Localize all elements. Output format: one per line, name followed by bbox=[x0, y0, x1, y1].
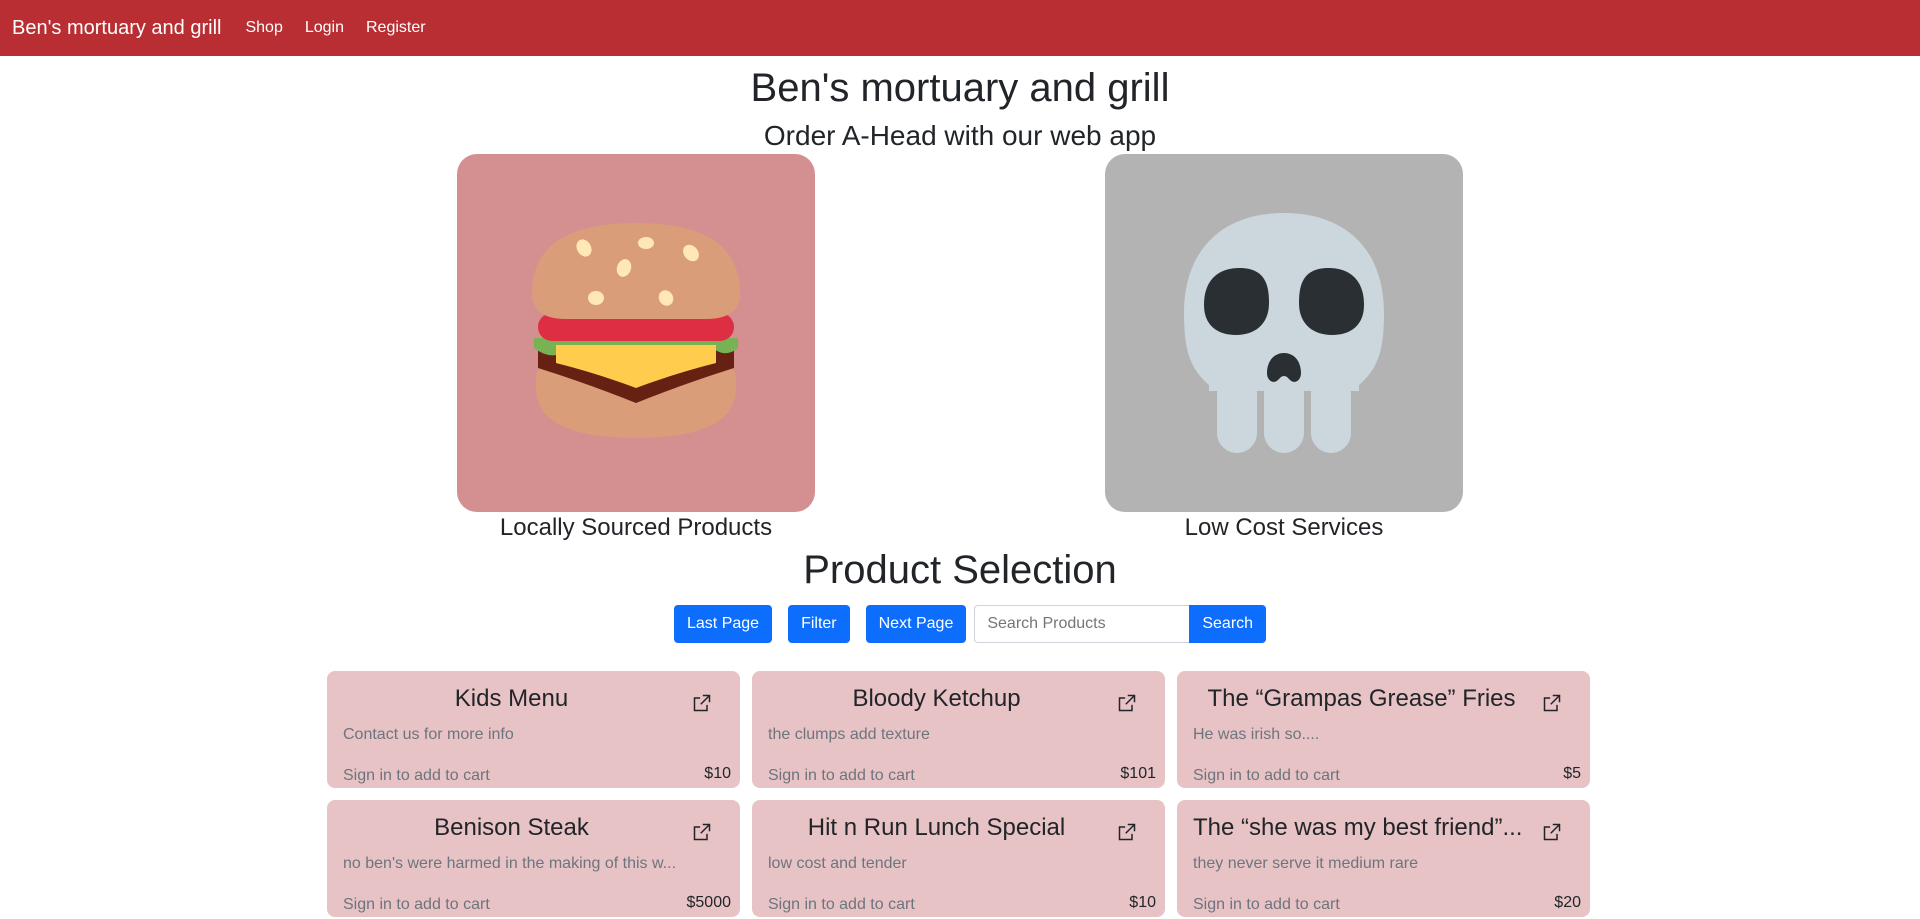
product-price: $5 bbox=[1563, 765, 1581, 782]
product-description: no ben's were harmed in the making of th… bbox=[343, 855, 677, 872]
product-controls: Last Page Filter Next Page Search bbox=[674, 605, 1267, 643]
next-page-button[interactable]: Next Page bbox=[865, 605, 967, 643]
product-name: Benison Steak bbox=[434, 814, 589, 841]
product-description: He was irish so.... bbox=[1193, 726, 1320, 743]
product-grid: Kids Menu Contact us for more info Sign … bbox=[327, 671, 1590, 917]
filter-button[interactable]: Filter bbox=[788, 605, 850, 643]
sign-in-prompt[interactable]: Sign in to add to cart bbox=[768, 767, 915, 785]
product-description: the clumps add texture bbox=[768, 726, 930, 743]
product-card[interactable]: Kids Menu Contact us for more info Sign … bbox=[327, 671, 740, 788]
page-subtitle: Order A-Head with our web app bbox=[763, 120, 1157, 151]
sign-in-prompt[interactable]: Sign in to add to cart bbox=[343, 767, 490, 785]
feature-low-cost: Low Cost Services bbox=[1105, 154, 1463, 542]
product-card[interactable]: The “Grampas Grease” Fries He was irish … bbox=[1177, 671, 1590, 788]
external-link-icon[interactable] bbox=[1117, 822, 1137, 842]
product-card[interactable]: Hit n Run Lunch Special low cost and ten… bbox=[752, 800, 1165, 917]
product-selection-title: Product Selection bbox=[803, 548, 1117, 592]
nav-link-login[interactable]: Login bbox=[305, 19, 344, 37]
search-group: Search bbox=[974, 605, 1267, 643]
feature-caption: Locally Sourced Products bbox=[499, 514, 773, 541]
navbar-brand[interactable]: Ben's mortuary and grill bbox=[12, 17, 221, 40]
product-name: Hit n Run Lunch Special bbox=[807, 814, 1066, 841]
search-button[interactable]: Search bbox=[1189, 605, 1267, 643]
product-card[interactable]: Bloody Ketchup the clumps add texture Si… bbox=[752, 671, 1165, 788]
sign-in-prompt[interactable]: Sign in to add to cart bbox=[768, 896, 915, 914]
feature-tile bbox=[1105, 154, 1463, 512]
product-name: The “she was my best friend”... bbox=[1193, 814, 1523, 841]
product-card[interactable]: The “she was my best friend”... they nev… bbox=[1177, 800, 1590, 917]
product-name: Bloody Ketchup bbox=[852, 685, 1021, 712]
external-link-icon[interactable] bbox=[692, 822, 712, 842]
feature-tile bbox=[457, 154, 815, 512]
feature-locally-sourced: Locally Sourced Products bbox=[457, 154, 815, 542]
product-description: low cost and tender bbox=[768, 855, 907, 872]
product-description: they never serve it medium rare bbox=[1193, 855, 1418, 872]
product-name: Kids Menu bbox=[454, 685, 569, 712]
product-name: The “Grampas Grease” Fries bbox=[1207, 685, 1516, 712]
product-description: Contact us for more info bbox=[343, 726, 514, 743]
product-price: $5000 bbox=[686, 894, 732, 911]
feature-caption: Low Cost Services bbox=[1184, 514, 1384, 541]
product-price: $10 bbox=[1129, 894, 1156, 911]
nav-link-shop[interactable]: Shop bbox=[245, 19, 282, 37]
product-price: $20 bbox=[1554, 894, 1581, 911]
search-input[interactable] bbox=[974, 605, 1190, 643]
nav-link-register[interactable]: Register bbox=[366, 19, 426, 37]
external-link-icon[interactable] bbox=[1117, 693, 1137, 713]
external-link-icon[interactable] bbox=[1542, 693, 1562, 713]
external-link-icon[interactable] bbox=[692, 693, 712, 713]
product-price: $10 bbox=[704, 765, 731, 782]
sign-in-prompt[interactable]: Sign in to add to cart bbox=[1193, 896, 1340, 914]
product-card[interactable]: Benison Steak no ben's were harmed in th… bbox=[327, 800, 740, 917]
last-page-button[interactable]: Last Page bbox=[674, 605, 773, 643]
external-link-icon[interactable] bbox=[1542, 822, 1562, 842]
sign-in-prompt[interactable]: Sign in to add to cart bbox=[343, 896, 490, 914]
top-navbar: Ben's mortuary and grill Shop Login Regi… bbox=[0, 0, 1920, 56]
product-price: $101 bbox=[1120, 765, 1156, 782]
page-title: Ben's mortuary and grill bbox=[750, 66, 1170, 110]
burger-icon bbox=[532, 223, 740, 438]
sign-in-prompt[interactable]: Sign in to add to cart bbox=[1193, 767, 1340, 785]
skull-icon bbox=[1184, 213, 1384, 453]
